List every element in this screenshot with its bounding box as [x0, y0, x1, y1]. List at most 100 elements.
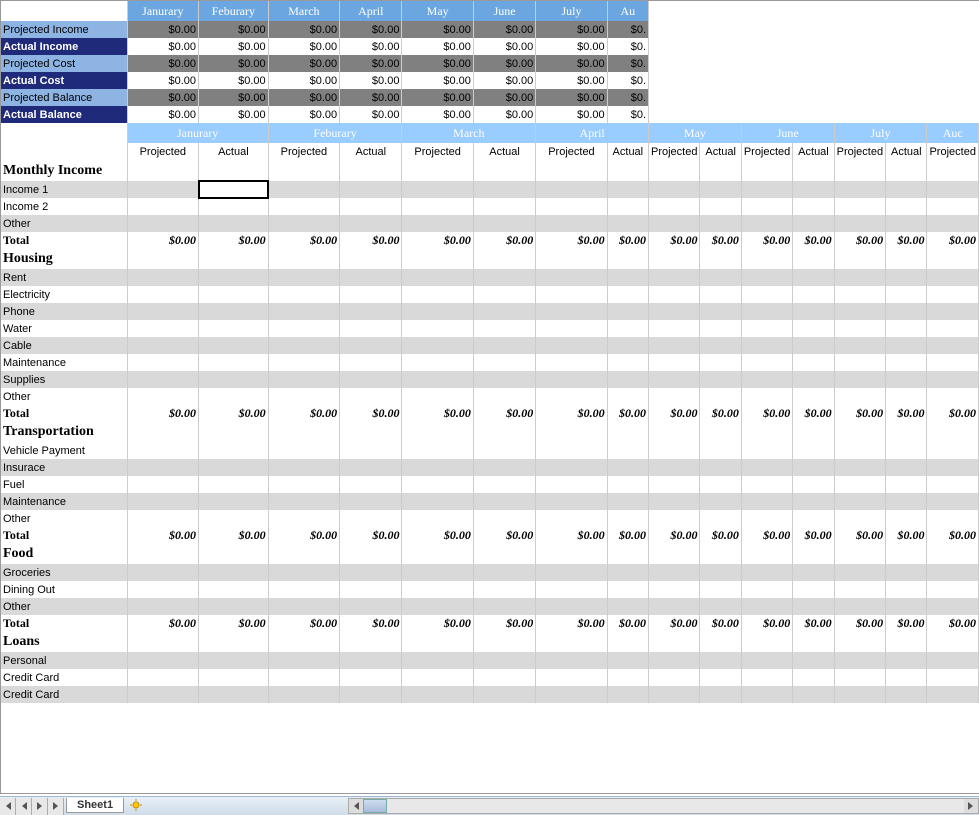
data-cell[interactable]	[700, 286, 741, 303]
data-cell[interactable]	[199, 303, 269, 320]
data-cell[interactable]	[607, 320, 648, 337]
data-cell[interactable]	[402, 669, 473, 686]
summary-cell[interactable]: $0.00	[473, 106, 535, 123]
data-cell[interactable]	[199, 493, 269, 510]
new-sheet-icon[interactable]	[130, 799, 148, 813]
data-cell[interactable]	[402, 564, 473, 581]
data-cell[interactable]	[473, 581, 535, 598]
data-cell[interactable]	[199, 286, 269, 303]
summary-cell[interactable]: $0.00	[127, 21, 198, 38]
data-cell[interactable]	[607, 652, 648, 669]
data-cell[interactable]	[886, 669, 927, 686]
data-cell[interactable]	[741, 686, 792, 703]
data-cell[interactable]	[268, 388, 339, 405]
data-cell[interactable]	[649, 510, 700, 527]
data-cell[interactable]	[473, 598, 535, 615]
data-cell[interactable]	[127, 198, 198, 215]
data-cell[interactable]	[402, 581, 473, 598]
data-cell[interactable]	[886, 303, 927, 320]
data-cell[interactable]	[741, 354, 792, 371]
data-cell[interactable]	[340, 303, 402, 320]
data-cell[interactable]	[199, 442, 269, 459]
total-cell[interactable]: $0.00	[268, 527, 339, 544]
data-cell[interactable]	[649, 564, 700, 581]
data-cell[interactable]	[199, 337, 269, 354]
total-cell[interactable]: $0.00	[127, 405, 198, 422]
data-cell[interactable]	[793, 459, 834, 476]
data-cell[interactable]	[741, 320, 792, 337]
data-cell[interactable]	[473, 652, 535, 669]
summary-cell[interactable]: $0.00	[199, 21, 269, 38]
data-cell[interactable]	[793, 652, 834, 669]
total-cell[interactable]: $0.00	[268, 615, 339, 632]
data-cell[interactable]	[607, 337, 648, 354]
total-cell[interactable]: $0.00	[834, 527, 885, 544]
data-cell[interactable]	[700, 320, 741, 337]
data-cell[interactable]	[793, 354, 834, 371]
summary-cell[interactable]: $0.00	[473, 21, 535, 38]
data-cell[interactable]	[834, 198, 885, 215]
data-cell[interactable]	[473, 215, 535, 232]
data-cell[interactable]	[127, 337, 198, 354]
total-cell[interactable]: $0.00	[127, 615, 198, 632]
summary-cell[interactable]: $0.00	[536, 38, 607, 55]
data-cell[interactable]	[793, 510, 834, 527]
data-cell[interactable]	[402, 510, 473, 527]
summary-cell[interactable]: $0.00	[340, 72, 402, 89]
summary-cell[interactable]: $0.00	[268, 38, 339, 55]
data-cell[interactable]	[607, 598, 648, 615]
data-cell[interactable]	[199, 686, 269, 703]
data-cell[interactable]	[473, 686, 535, 703]
data-cell[interactable]	[741, 215, 792, 232]
total-cell[interactable]: $0.00	[473, 615, 535, 632]
data-cell[interactable]	[649, 286, 700, 303]
summary-cell[interactable]: $0.00	[536, 55, 607, 72]
data-cell[interactable]	[741, 581, 792, 598]
data-cell[interactable]	[649, 181, 700, 198]
data-cell[interactable]	[700, 303, 741, 320]
data-cell[interactable]	[402, 198, 473, 215]
data-cell[interactable]	[473, 371, 535, 388]
summary-cell[interactable]: $0.00	[402, 72, 473, 89]
data-cell[interactable]	[536, 354, 607, 371]
data-cell[interactable]	[268, 686, 339, 703]
data-cell[interactable]	[473, 354, 535, 371]
data-cell[interactable]	[199, 476, 269, 493]
total-cell[interactable]: $0.00	[886, 527, 927, 544]
data-cell[interactable]	[473, 669, 535, 686]
data-cell[interactable]	[793, 320, 834, 337]
data-cell[interactable]	[607, 388, 648, 405]
summary-cell[interactable]: $0.00	[340, 55, 402, 72]
data-cell[interactable]	[340, 598, 402, 615]
data-cell[interactable]	[340, 320, 402, 337]
total-cell[interactable]: $0.00	[793, 405, 834, 422]
data-cell[interactable]	[649, 269, 700, 286]
data-cell[interactable]	[536, 652, 607, 669]
data-cell[interactable]	[649, 652, 700, 669]
total-cell[interactable]: $0.00	[741, 527, 792, 544]
data-cell[interactable]	[473, 476, 535, 493]
data-cell[interactable]	[700, 669, 741, 686]
data-cell[interactable]	[536, 181, 607, 198]
data-cell[interactable]	[199, 320, 269, 337]
summary-cell[interactable]: $0.00	[268, 72, 339, 89]
data-cell[interactable]	[649, 388, 700, 405]
data-cell[interactable]	[700, 337, 741, 354]
data-cell[interactable]	[886, 269, 927, 286]
data-cell[interactable]	[607, 303, 648, 320]
data-cell[interactable]	[607, 371, 648, 388]
data-cell[interactable]	[402, 320, 473, 337]
data-cell[interactable]	[741, 371, 792, 388]
data-cell[interactable]	[793, 303, 834, 320]
data-cell[interactable]	[700, 198, 741, 215]
data-cell[interactable]	[649, 581, 700, 598]
summary-cell[interactable]: $0.00	[402, 21, 473, 38]
data-cell[interactable]	[886, 581, 927, 598]
data-cell[interactable]	[700, 371, 741, 388]
data-cell[interactable]	[834, 459, 885, 476]
total-cell[interactable]: $0.00	[607, 405, 648, 422]
data-cell[interactable]	[473, 198, 535, 215]
total-cell[interactable]: $0.00	[700, 527, 741, 544]
data-cell[interactable]	[199, 669, 269, 686]
data-cell[interactable]	[834, 354, 885, 371]
